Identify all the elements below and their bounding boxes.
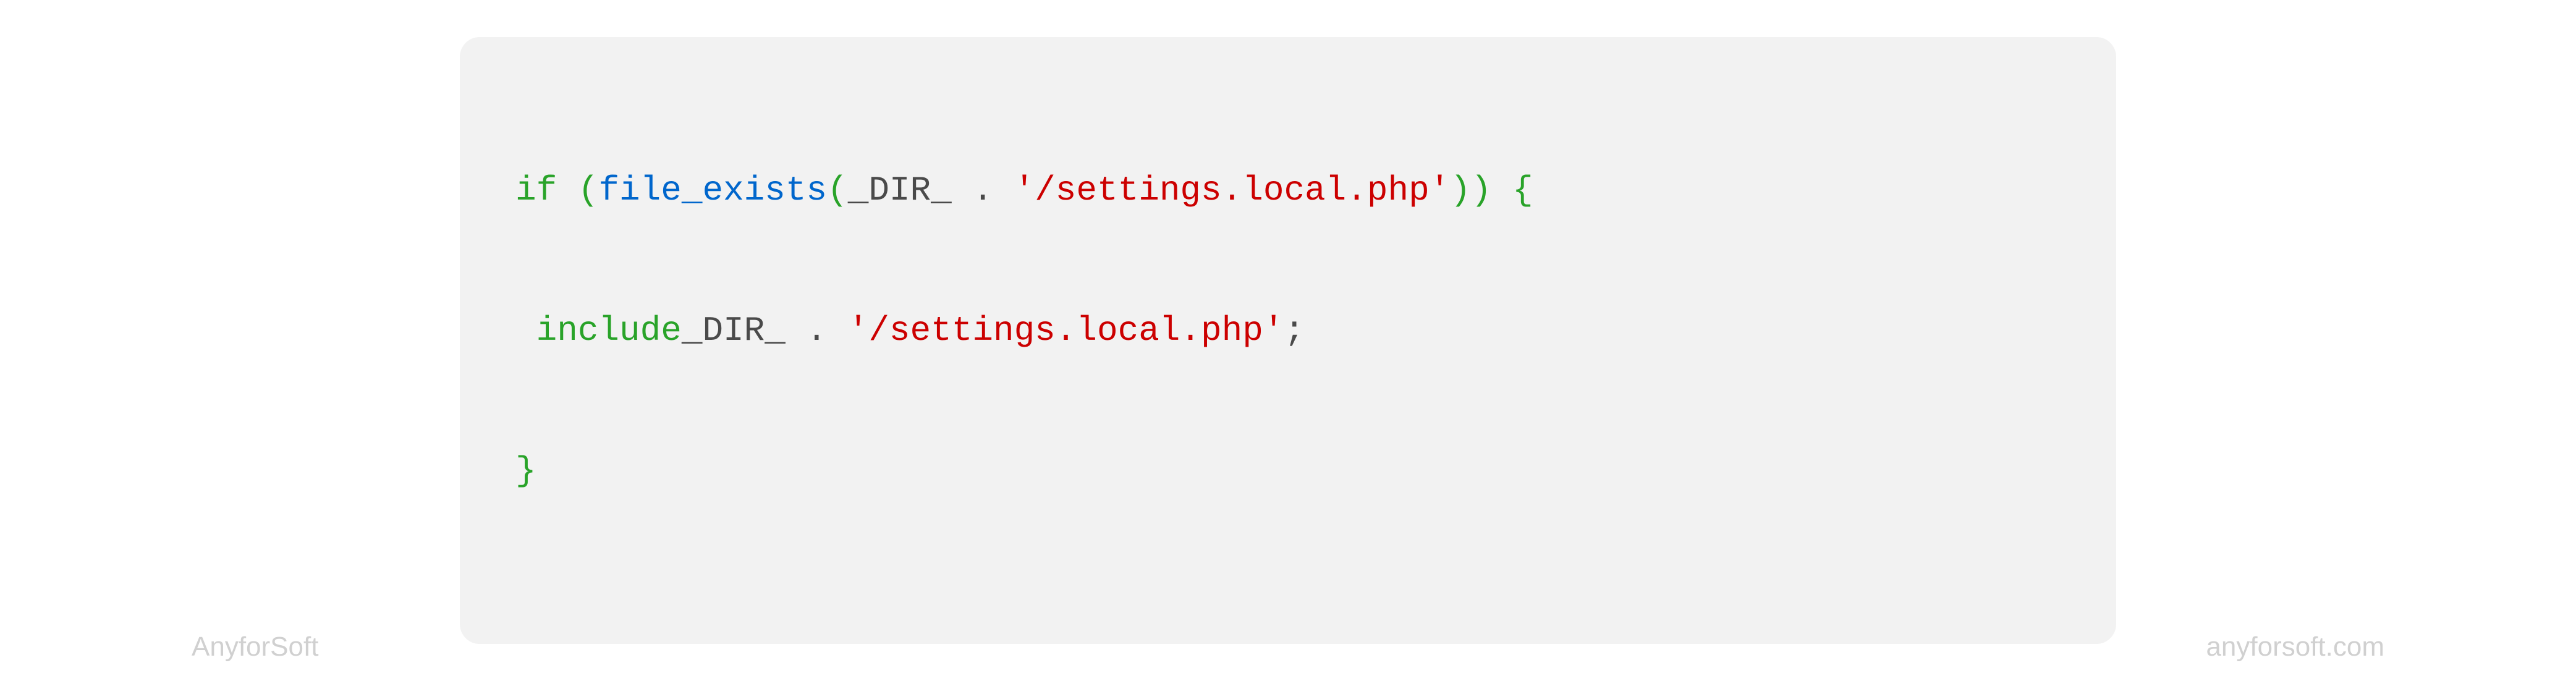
space: [1492, 171, 1513, 210]
string-literal: '/settings.local.php': [1014, 171, 1451, 210]
paren-open: (: [578, 171, 599, 210]
string-literal: '/settings.local.php': [848, 311, 1284, 350]
footer: AnyforSoft anyforsoft.com: [0, 632, 2576, 662]
keyword-if: if: [515, 171, 557, 210]
keyword-include: include: [536, 311, 682, 350]
code-block: if (file_exists(_DIR_ . '/settings.local…: [515, 74, 2061, 588]
space: [557, 171, 578, 210]
semicolon: ;: [1284, 311, 1305, 350]
paren-close: ): [1471, 171, 1492, 210]
brace-close: }: [515, 451, 536, 491]
paren-open: (: [827, 171, 848, 210]
brand-watermark: AnyforSoft: [192, 632, 318, 662]
code-block-container: if (file_exists(_DIR_ . '/settings.local…: [460, 37, 2116, 644]
function-name: file_exists: [598, 171, 827, 210]
constant-dir: _DIR_: [682, 311, 807, 350]
space: [993, 171, 1014, 210]
url-watermark: anyforsoft.com: [2206, 632, 2384, 662]
dot-operator: .: [807, 311, 828, 350]
code-line-1: if (file_exists(_DIR_ . '/settings.local…: [515, 167, 2061, 214]
brace-open: {: [1512, 171, 1533, 210]
code-line-2: include_DIR_ . '/settings.local.php';: [515, 308, 2061, 355]
indent: [515, 311, 536, 350]
code-line-3: }: [515, 448, 2061, 495]
dot-operator: .: [972, 171, 993, 210]
paren-close: ): [1450, 171, 1471, 210]
constant-dir: _DIR_: [848, 171, 973, 210]
space: [827, 311, 848, 350]
